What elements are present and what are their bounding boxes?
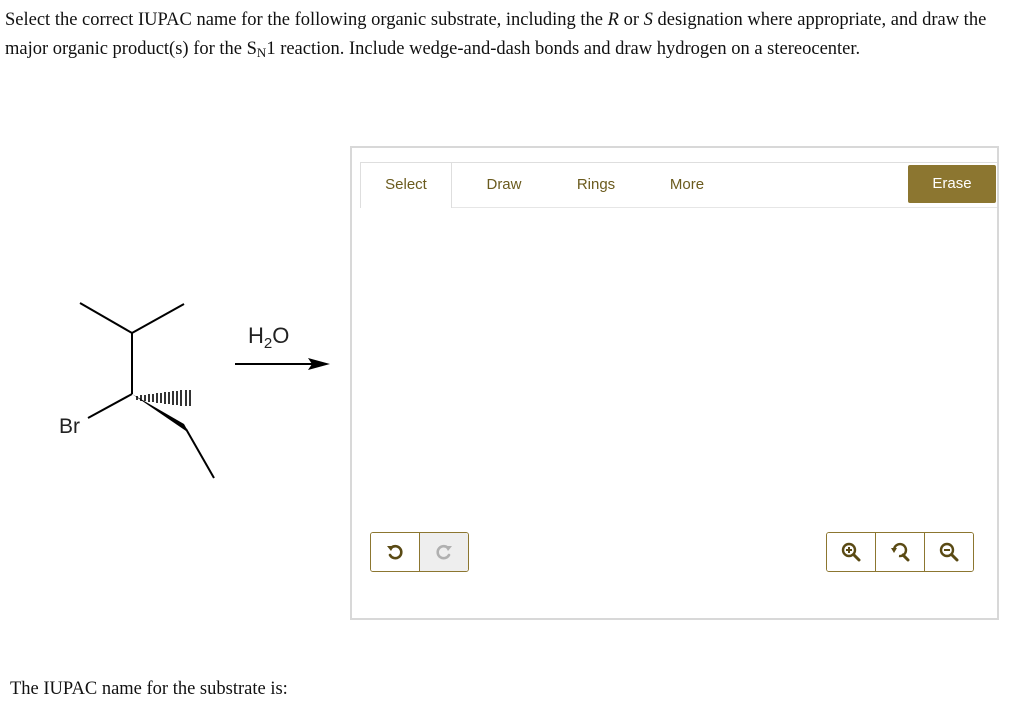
undo-button[interactable] — [371, 533, 419, 571]
zoom-out-button[interactable] — [924, 533, 973, 571]
zoom-reset-button[interactable] — [875, 533, 924, 571]
tab-draw[interactable]: Draw — [461, 163, 547, 207]
zoom-in-icon — [841, 542, 861, 562]
redo-icon — [436, 544, 452, 560]
zoom-out-icon — [939, 542, 959, 562]
drawing-canvas[interactable]: Select Draw Rings More Erase — [350, 146, 999, 620]
tab-more[interactable]: More — [643, 163, 731, 207]
bond-ethyl-end — [185, 428, 215, 479]
undo-icon — [387, 544, 403, 560]
redo-button[interactable] — [419, 533, 468, 571]
hashed-bond — [136, 390, 191, 406]
bond-carbon-br — [87, 393, 133, 419]
question-text: Select the correct IUPAC name for the fo… — [5, 10, 987, 60]
tab-rings[interactable]: Rings — [550, 163, 642, 207]
erase-button[interactable]: Erase — [908, 165, 996, 203]
undo-redo-group — [370, 532, 469, 572]
reaction-scheme: Br H2O — [59, 302, 330, 479]
zoom-in-button[interactable] — [827, 533, 875, 571]
drawing-toolbar: Select Draw Rings More Erase — [360, 162, 997, 208]
bond-methyl-left — [79, 302, 133, 334]
reagent-label: H2O — [248, 323, 289, 352]
tab-select[interactable]: Select — [360, 162, 452, 208]
zoom-controls — [826, 532, 974, 572]
bond-methyl-right — [131, 303, 185, 334]
zoom-reset-icon — [891, 542, 910, 562]
leaving-group-label: Br — [59, 415, 80, 438]
answer-prompt-label: The IUPAC name for the substrate is: — [10, 679, 288, 699]
